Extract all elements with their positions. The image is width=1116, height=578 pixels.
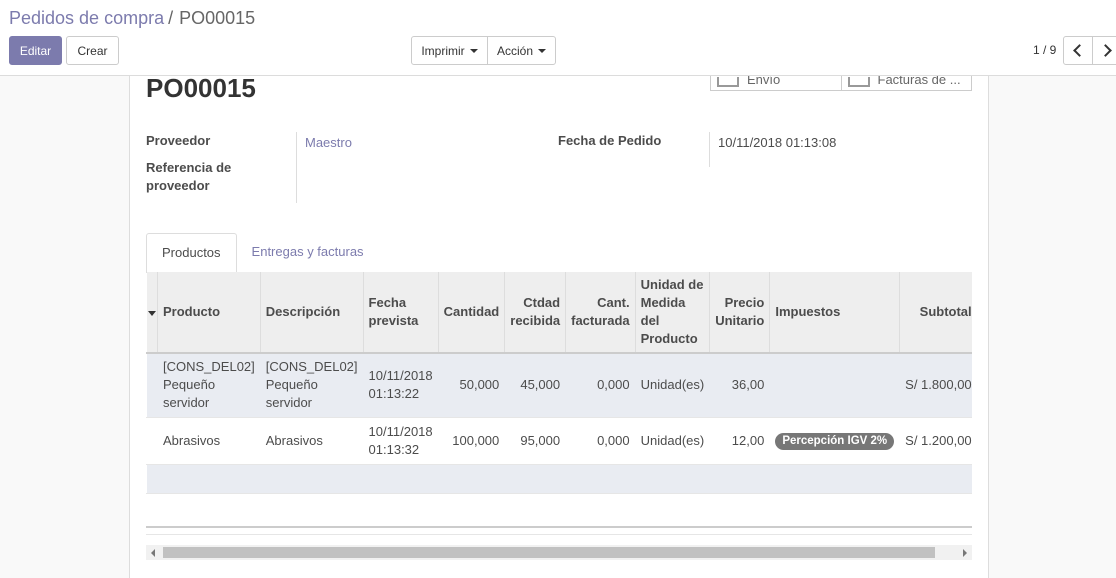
column-header-subtotal[interactable]: Subtotal [899,272,972,354]
table-row[interactable]: Abrasivos Abrasivos 10/11/2018 01:13:32 … [146,417,972,465]
order-lines-table: Producto Descripción Fecha prevista Cant… [146,272,972,494]
table-footer-border [146,526,972,528]
scroll-right-arrow-icon[interactable] [963,549,967,557]
cell-quantity: 50,000 [438,353,505,418]
sort-handle-header[interactable] [146,272,158,354]
edit-button[interactable]: Editar [9,36,62,65]
column-header-taxes[interactable]: Impuestos [769,272,900,354]
action-dropdown-button[interactable]: Acción [487,36,556,65]
cell-subtotal: S/ 1.800,00 [899,353,972,418]
cell-qty-received: 95,000 [504,417,566,465]
shipment-smart-button[interactable]: Envío [711,76,841,90]
cell-qty-invoiced: 0,000 [565,353,636,418]
cell-taxes [769,353,900,418]
pager-previous-button[interactable] [1063,36,1093,65]
column-header-uom[interactable]: Unidad de Medida del Producto [634,272,710,354]
invoices-label: Facturas de ... [877,76,961,87]
order-date-value: 10/11/2018 01:13:08 [718,135,837,150]
create-button[interactable]: Crear [66,36,119,65]
column-header-description[interactable]: Descripción [259,272,364,354]
field-separator [709,132,710,167]
cell-product: Abrasivos [157,417,261,465]
vendor-reference-label: Referencia de proveedor [146,160,232,193]
cell-price-unit: 12,00 [709,417,770,465]
cell-date-planned: 10/11/2018 01:13:22 [363,353,439,418]
control-panel: Pedidos de compra / PO00015 Editar Crear I… [0,0,1116,76]
column-header-date-planned[interactable]: Fecha prevista [362,272,439,354]
cell-product: [CONS_DEL02] Pequeño servidor [157,353,261,418]
invoice-icon [847,77,870,87]
table-header-row: Producto Descripción Fecha prevista Cant… [146,272,972,354]
row-handle [146,417,158,465]
caret-down-icon [538,48,547,53]
tax-badge: Percepción IGV 2% [775,433,895,450]
cell-qty-invoiced: 0,000 [565,417,636,465]
cell-quantity: 100,000 [438,417,505,465]
cell-qty-received: 45,000 [504,353,566,418]
table-footer-divider [146,534,972,535]
truck-icon [717,77,739,87]
scrollbar-thumb[interactable] [163,547,935,558]
scroll-left-arrow-icon[interactable] [151,549,155,557]
cell-price-unit: 36,00 [709,353,770,418]
chevron-right-icon [1099,44,1112,57]
breadcrumb: Pedidos de compra / PO00015 [9,8,255,29]
chevron-left-icon [1073,44,1086,57]
cell-subtotal: S/ 1.200,00 [899,417,972,465]
cell-uom: Unidad(es) [635,417,710,465]
cell-date-planned: 10/11/2018 01:13:32 [363,417,439,465]
column-header-quantity[interactable]: Cantidad [437,272,505,354]
breadcrumb-parent-link[interactable]: Pedidos de compra [9,8,164,28]
column-header-price-unit[interactable]: Precio Unitario [709,272,770,354]
column-header-qty-invoiced[interactable]: Cant. facturada [565,272,636,354]
cell-uom: Unidad(es) [635,353,710,418]
field-separator [296,132,297,203]
shipment-label: Envío [747,76,781,87]
order-date-label: Fecha de Pedido [558,133,662,148]
vendor-value[interactable]: Maestro [305,135,352,150]
invoices-smart-button[interactable]: Facturas de ... [840,76,972,90]
caret-down-icon [469,48,478,53]
column-header-product[interactable]: Producto [157,272,261,354]
breadcrumb-separator: / [168,8,174,28]
notebook-tabs: Productos Entregas y facturas [146,233,379,273]
tab-products[interactable]: Productos [146,233,237,273]
print-dropdown-button[interactable]: Imprimir [411,36,488,65]
cell-description: [CONS_DEL02] Pequeño servidor [260,353,364,418]
document-title: PO00015 [146,76,256,103]
pager-next-button[interactable] [1092,36,1116,65]
column-header-qty-received[interactable]: Ctdad recibida [504,272,566,354]
horizontal-scrollbar[interactable] [146,545,972,560]
row-handle [146,353,158,418]
smart-buttons: Envío Facturas de ... [710,76,972,91]
form-sheet: Envío Facturas de ... PO00015 Proveedor … [129,76,989,578]
vendor-label: Proveedor [146,133,211,148]
pager-value[interactable]: 1 / 9 [1033,43,1056,57]
tab-deliveries-invoices[interactable]: Entregas y facturas [237,233,379,273]
table-row[interactable]: [CONS_DEL02] Pequeño servidor [CONS_DEL0… [146,353,972,418]
print-label: Imprimir [421,43,465,58]
cell-taxes: Percepción IGV 2% [769,417,900,465]
order-lines-table-wrapper: Producto Descripción Fecha prevista Cant… [146,272,972,498]
add-line-row[interactable] [146,464,972,494]
empty-line-cell [146,464,972,494]
breadcrumb-current: PO00015 [179,8,256,28]
caret-down-icon [147,311,156,316]
action-label: Acción [496,43,534,58]
cell-description: Abrasivos [260,417,364,465]
